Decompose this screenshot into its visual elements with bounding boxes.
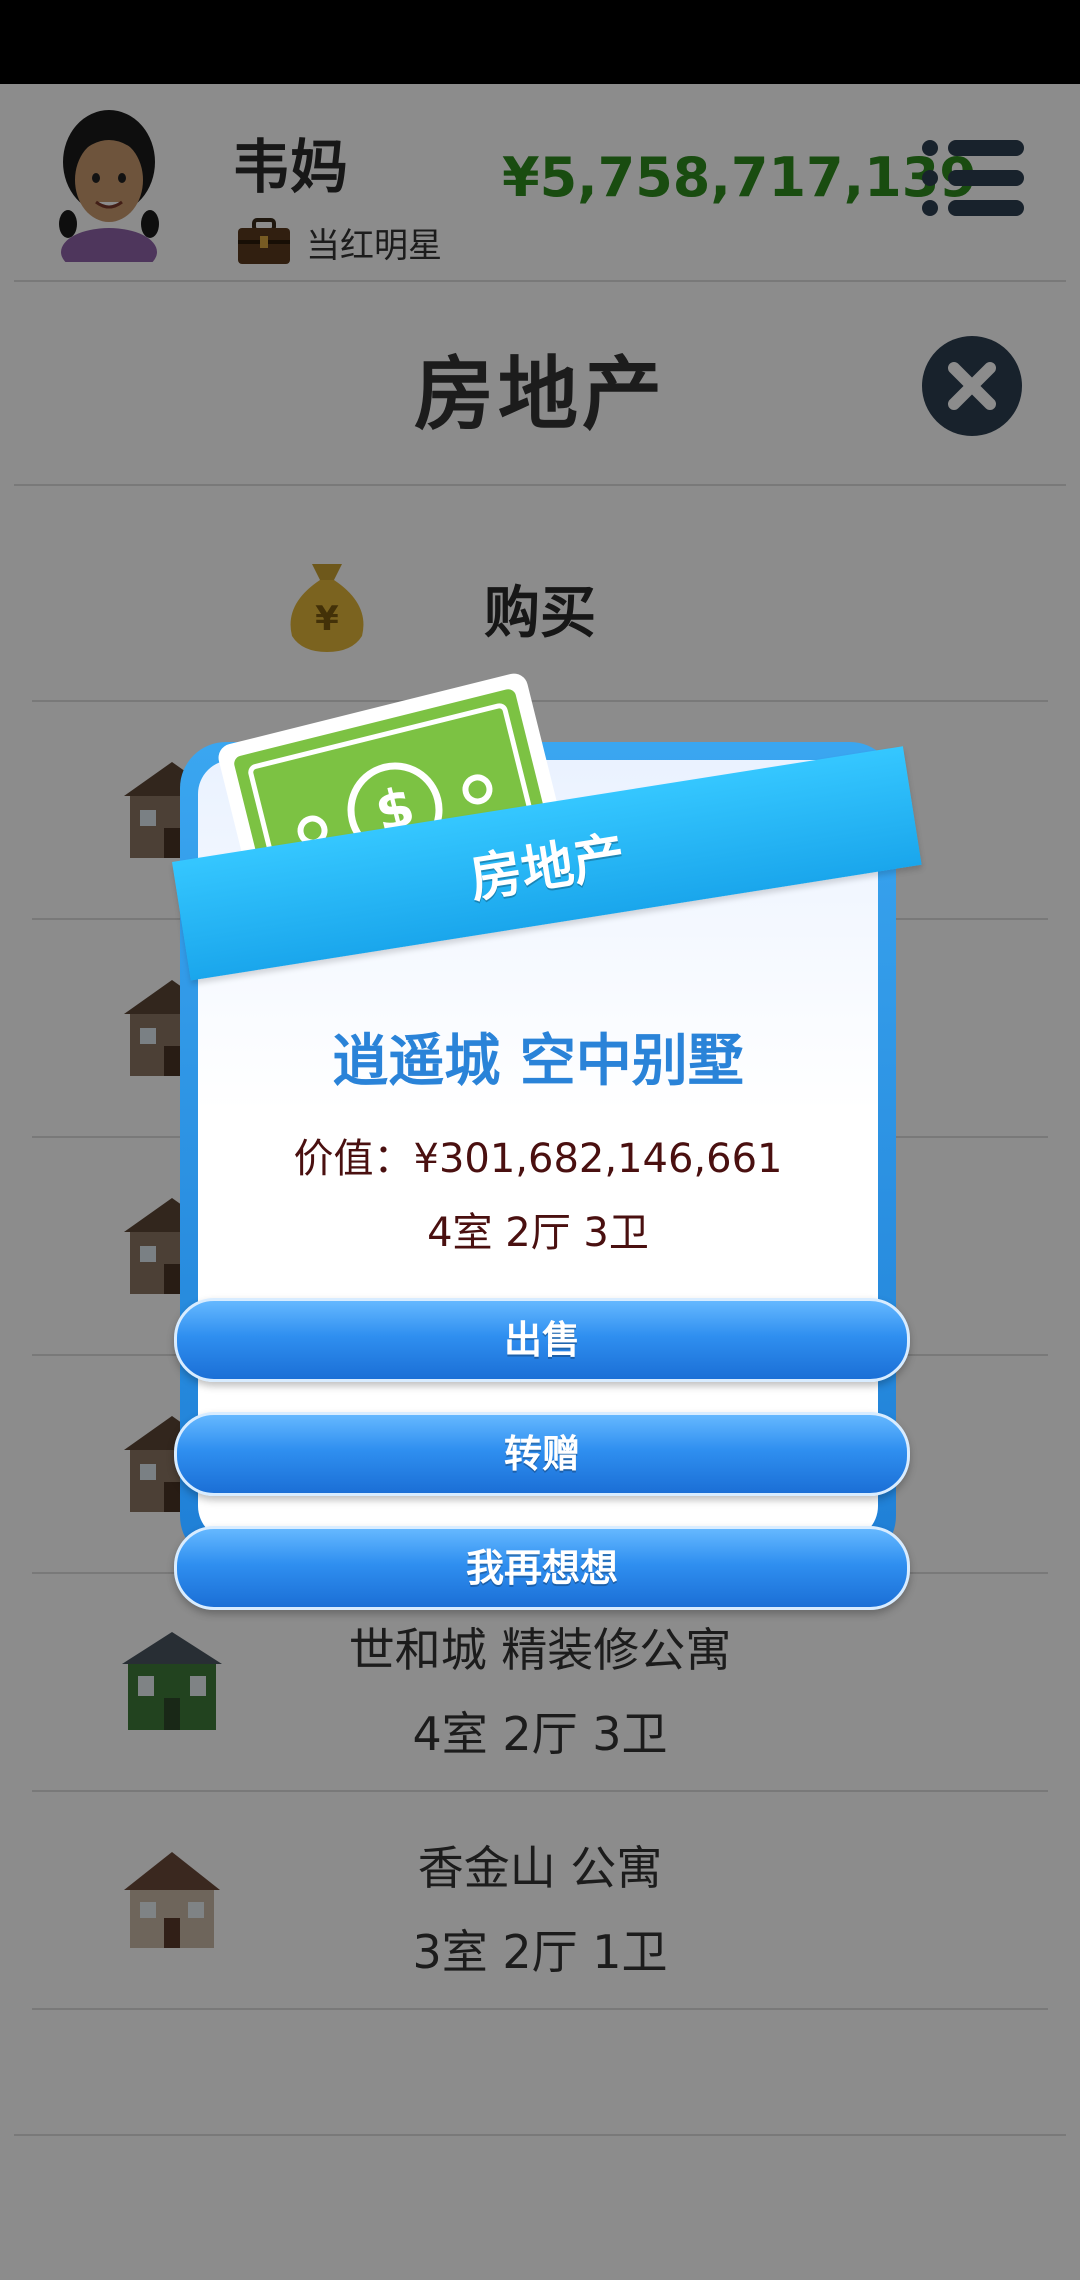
cancel-button[interactable]: 我再想想 xyxy=(174,1526,910,1610)
modal-property-name: 逍遥城 空中别墅 xyxy=(332,1029,744,1094)
modal-property-value: 价值：¥301,682,146,661 xyxy=(293,1136,783,1182)
gift-button[interactable]: 转赠 xyxy=(174,1412,910,1496)
modal-property-rooms: 4室 2厅 3卫 xyxy=(427,1210,649,1256)
sell-button[interactable]: 出售 xyxy=(174,1298,910,1382)
status-bar xyxy=(0,0,1080,84)
